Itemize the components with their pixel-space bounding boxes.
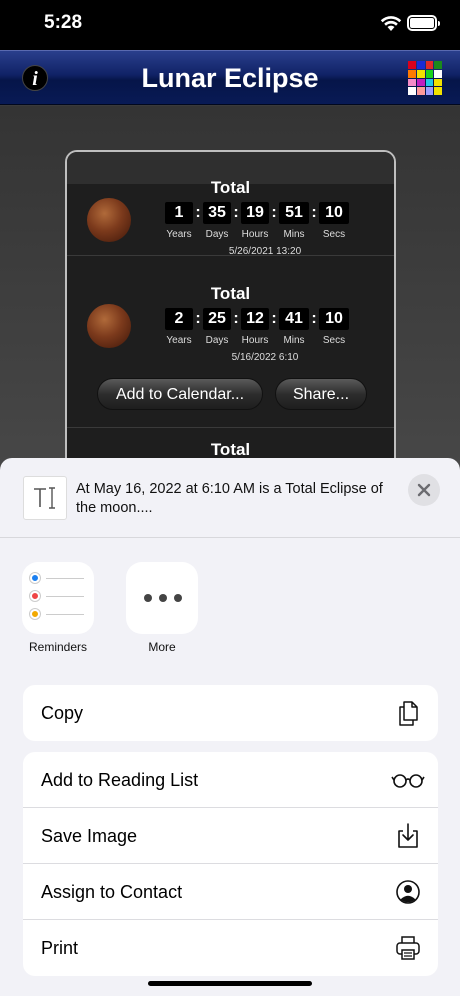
- assign-to-contact-action[interactable]: Assign to Contact: [23, 864, 438, 920]
- app-nav-bar: i Lunar Eclipse: [0, 50, 460, 105]
- grid-cell: [408, 61, 416, 69]
- countdown-hours: 19: [241, 202, 269, 224]
- text-document-thumbnail: [23, 476, 67, 520]
- close-icon: [417, 483, 431, 497]
- reminder-dot-orange: [30, 609, 40, 619]
- grid-cell: [425, 69, 434, 78]
- more-icon: [144, 594, 182, 602]
- action-label: Copy: [41, 703, 84, 723]
- close-button[interactable]: [408, 474, 440, 506]
- wifi-icon: [380, 16, 402, 31]
- countdown: 1 Years : 35 Days : 19 Hours : 51 Mins : 10 S…: [165, 202, 349, 240]
- eclipse-date: 5/26/2021 13:20: [228, 246, 302, 257]
- reminders-app-button[interactable]: [22, 562, 94, 634]
- share-sheet: At May 16, 2022 at 6:10 AM is a Total Ec…: [0, 458, 460, 996]
- grid-cell: [434, 87, 442, 95]
- moon-image: [87, 304, 131, 348]
- glasses-icon: [391, 774, 425, 788]
- grid-cell: [425, 87, 434, 95]
- unit-label: Days: [205, 335, 229, 346]
- grid-cell: [434, 69, 442, 78]
- reminder-dot-blue: [30, 573, 40, 583]
- action-group-copy: Copy: [23, 685, 438, 741]
- copy-action[interactable]: Copy: [23, 685, 438, 741]
- unit-label: Hours: [241, 229, 269, 240]
- eclipse-type: Total: [210, 178, 251, 197]
- save-image-action[interactable]: Save Image: [23, 808, 438, 864]
- share-text: At May 16, 2022 at 6:10 AM is a Total Ec…: [76, 481, 383, 516]
- grid-cell: [425, 61, 434, 69]
- countdown-days: 25: [203, 308, 231, 330]
- unit-label: Years: [166, 229, 192, 240]
- reminders-app-label: Reminders: [28, 640, 88, 654]
- battery-icon: [407, 15, 440, 31]
- action-label: Save Image: [41, 826, 138, 846]
- grid-cell: [425, 78, 434, 87]
- copy-icon: [399, 701, 418, 726]
- eclipse-item: Total 1 Years : 35 Days : 19 Hours : 51 Mins…: [67, 152, 394, 257]
- eclipse-type: Total: [210, 284, 251, 303]
- grid-cell: [434, 78, 442, 87]
- status-time: 5:28: [44, 12, 83, 33]
- grid-cell: [408, 78, 416, 87]
- action-label: Assign to Contact: [41, 882, 183, 902]
- print-action[interactable]: Print: [23, 920, 438, 976]
- contact-icon: [396, 880, 420, 904]
- action-group-main: Add to Reading List Save Image Assign to…: [23, 752, 438, 976]
- grid-cell: [434, 61, 442, 69]
- share-button[interactable]: Share...: [275, 378, 367, 410]
- unit-label: Mins: [283, 229, 305, 240]
- grid-cell: [416, 78, 425, 87]
- countdown-secs: 10: [319, 308, 349, 330]
- color-grid-icon[interactable]: [408, 61, 442, 95]
- grid-cell: [408, 87, 416, 95]
- unit-label: Secs: [322, 335, 346, 346]
- unit-label: Secs: [322, 229, 346, 240]
- grid-cell: [416, 69, 425, 78]
- eclipse-type: Total: [210, 440, 251, 459]
- countdown-mins: 51: [279, 202, 309, 224]
- status-bar: 5:28: [0, 0, 460, 50]
- action-label: Add to Reading List: [41, 770, 199, 790]
- countdown-years: 2: [165, 308, 193, 330]
- grid-cell: [416, 61, 425, 69]
- unit-label: Days: [205, 229, 229, 240]
- countdown-mins: 41: [279, 308, 309, 330]
- more-apps-label: More: [148, 640, 176, 654]
- home-indicator: [148, 981, 312, 986]
- moon-image: [87, 198, 131, 242]
- add-to-calendar-button[interactable]: Add to Calendar...: [97, 378, 263, 410]
- action-label: Print: [41, 938, 79, 958]
- countdown-secs: 10: [319, 202, 349, 224]
- eclipse-date: 5/16/2022 6:10: [231, 352, 299, 363]
- unit-label: Mins: [283, 335, 305, 346]
- eclipse-item: Total 2 Years : 25 Days : 12 Hours : 41 Mins…: [67, 270, 394, 428]
- more-apps-button[interactable]: [126, 562, 198, 634]
- grid-cell: [408, 69, 416, 78]
- share-header: At May 16, 2022 at 6:10 AM is a Total Ec…: [0, 458, 460, 538]
- reminder-dot-red: [30, 591, 40, 601]
- printer-icon: [396, 936, 420, 960]
- countdown-days: 35: [203, 202, 231, 224]
- unit-label: Years: [166, 335, 192, 346]
- grid-cell: [416, 87, 425, 95]
- save-icon: [398, 823, 418, 848]
- countdown-hours: 12: [241, 308, 269, 330]
- unit-label: Hours: [241, 335, 269, 346]
- add-to-reading-list-action[interactable]: Add to Reading List: [23, 752, 438, 808]
- countdown-years: 1: [165, 202, 193, 224]
- countdown: 2 Years : 25 Days : 12 Hours : 41 Mins : 10 S…: [165, 308, 349, 346]
- app-title: Lunar Eclipse: [141, 63, 319, 93]
- text-cursor-icon: [34, 487, 55, 509]
- eclipse-list-panel: Total 1 Years : 35 Days : 19 Hours : 51 Mins…: [65, 150, 396, 490]
